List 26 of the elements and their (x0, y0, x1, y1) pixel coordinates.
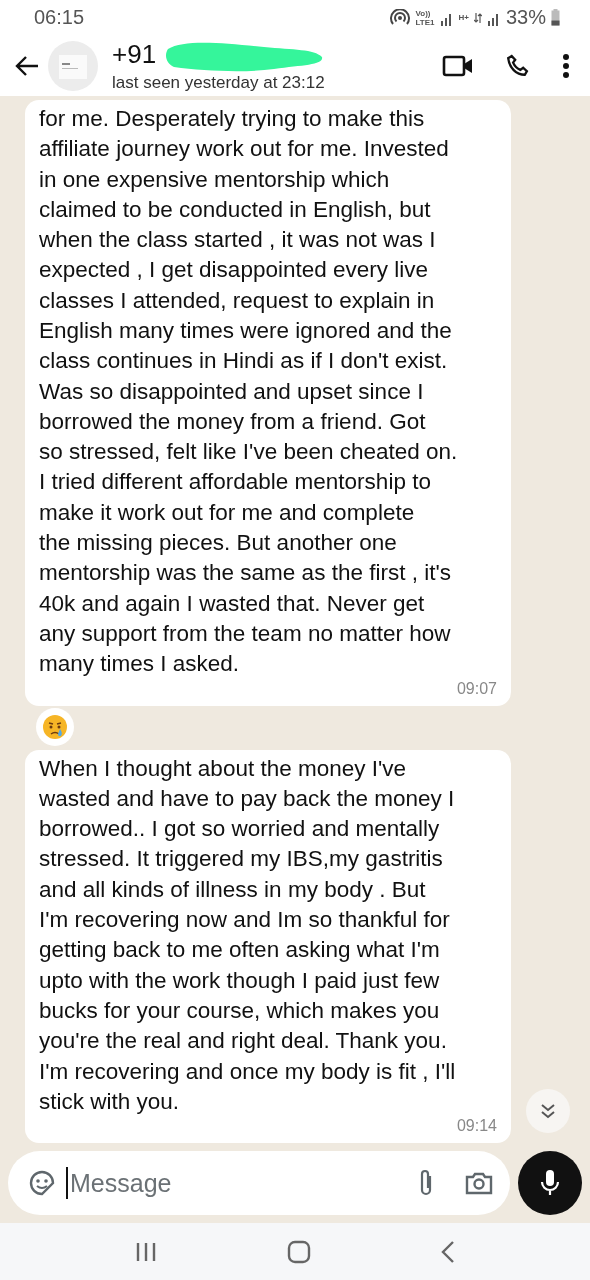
rounded-square-icon[interactable] (287, 1239, 311, 1264)
last-seen-status: last seen yesterday at 23:12 (112, 72, 326, 93)
scroll-down-button[interactable] (526, 1089, 570, 1134)
reaction-badge[interactable] (36, 707, 74, 746)
message-time: 09:14 (456, 1117, 497, 1136)
video-camera-icon[interactable] (442, 53, 474, 78)
message-field[interactable]: Message (8, 1151, 510, 1216)
data-type-label: H+ (458, 13, 469, 23)
three-bars-icon[interactable] (135, 1241, 157, 1262)
crying-face-icon (42, 713, 68, 740)
message-text: for me. Desperately trying to make this affiliate journey work out for me. Invested in one expensive mentorship which claimed to be conducted in English, but when the class started , it was not was I expected , I get disappointed every live classes I attended, request to explain in English many times were ignored and the class continues in Hindi as if I don't exist. Was so disappointed and upset since I borrowed the money from a friend. Got so stressed, felt like I've been cheated on. I tried different affordable mentorship to make it work out for me and complete the missing pieces. But another one mentorship was the same as the first , it's 40k and again I wasted that. Never get any support from the team no matter how many times I asked. (39, 104, 459, 679)
menu-dots-icon[interactable] (562, 52, 570, 79)
camera-icon[interactable] (464, 1170, 494, 1197)
sticker-icon[interactable] (28, 1169, 56, 1198)
network-label: Vo)) LTE1 (415, 8, 435, 27)
chevron-left-icon[interactable] (441, 1239, 455, 1264)
battery-icon (551, 9, 560, 27)
message-text: When I thought about the money I've wasted and have to pay back the money I borrowed.. I got so worried and mentally stressed. It triggered my IBS,my gastritis and all kinds of illness in my body . But I'm recovering now and Im so thankful for getting back to me often asking what I'm upto with the work though I paid just few bucks for your course, which makes you you're the real and right deal. Thank you. I'm recovering and once my body is fit , I'll stick with you. (39, 754, 457, 1116)
double-chevron-down-icon[interactable] (540, 1102, 556, 1121)
data-arrows-icon (473, 12, 482, 23)
battery-percent: 33% (505, 6, 546, 30)
contact-name[interactable]: +91 (112, 38, 157, 69)
message-time: 09:07 (456, 679, 497, 698)
status-time: 06:15 (34, 6, 85, 30)
hotspot-icon (388, 8, 411, 27)
back-arrow-icon[interactable] (14, 53, 40, 78)
